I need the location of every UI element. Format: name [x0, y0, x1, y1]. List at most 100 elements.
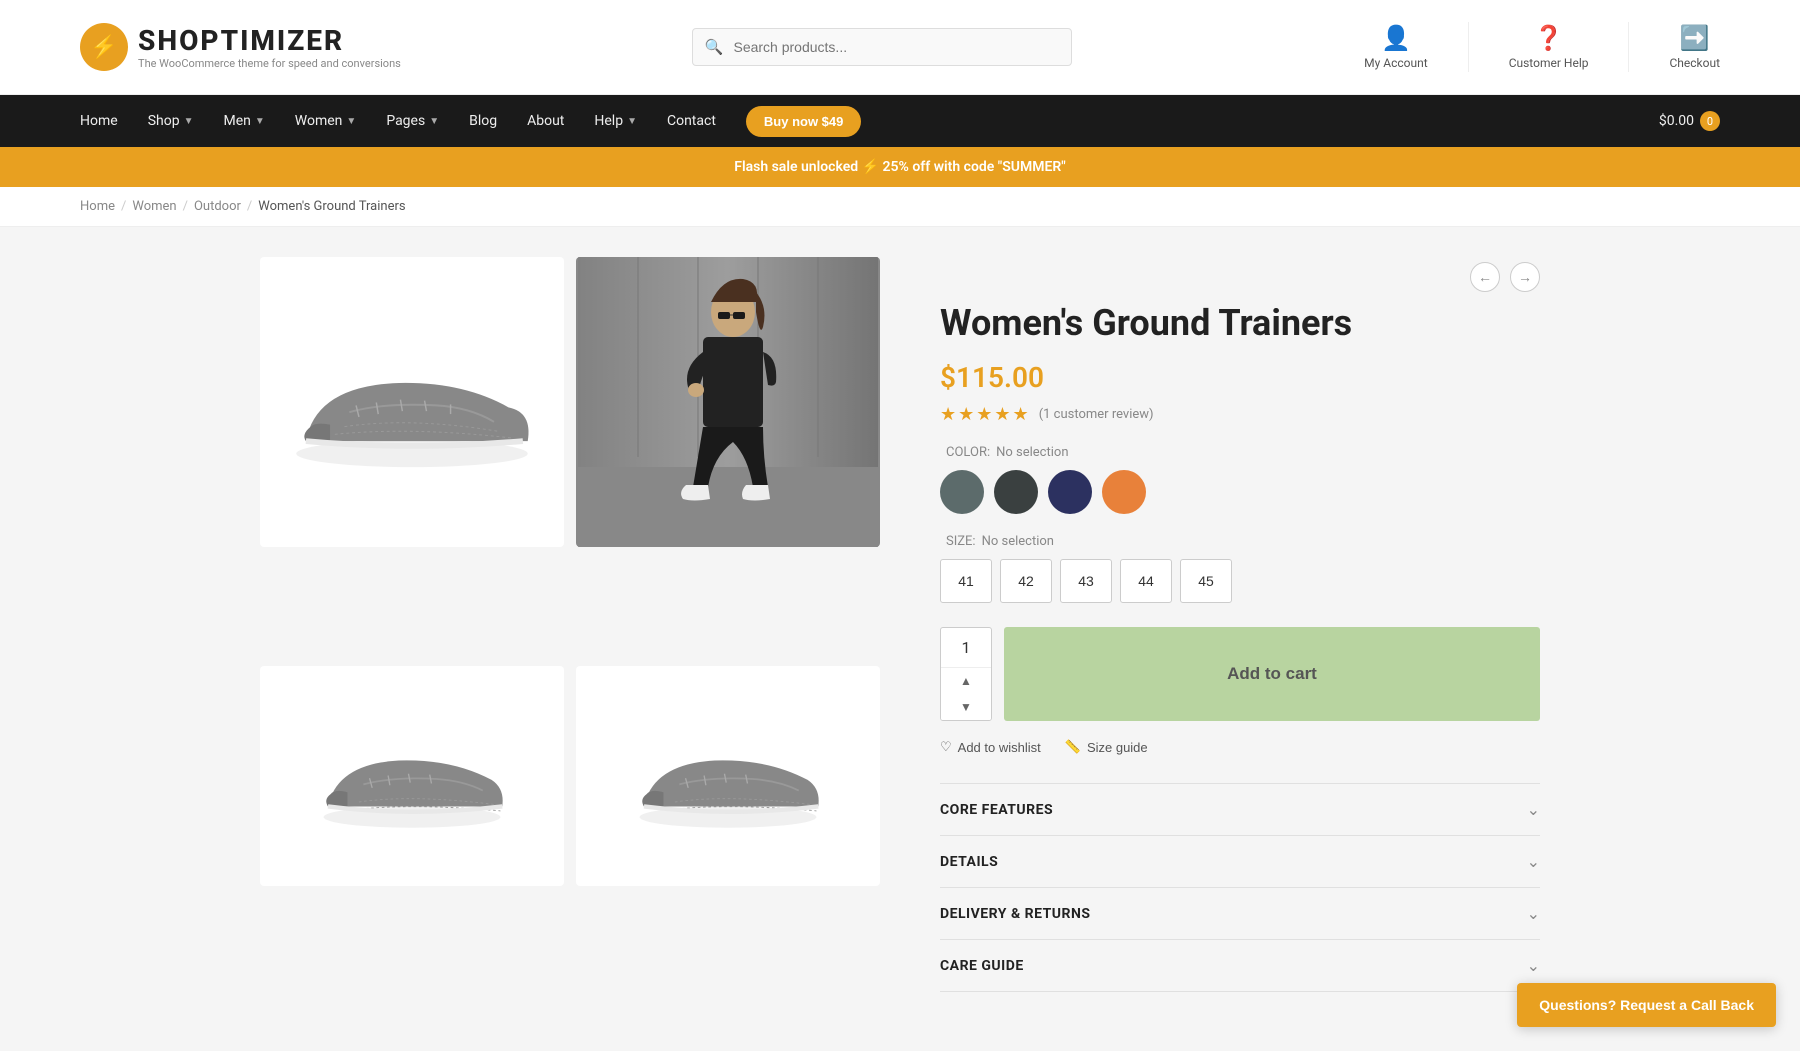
- top-actions: 👤 My Account ❓ Customer Help ➡️ Checkout: [1364, 22, 1720, 72]
- size-selection-text: No selection: [982, 534, 1054, 549]
- checkout-icon: ➡️: [1680, 24, 1710, 52]
- add-to-cart-row: 1 ▲ ▼ Add to cart: [940, 627, 1540, 721]
- quantity-display: 1: [941, 628, 991, 668]
- product-price: $115.00: [940, 361, 1540, 394]
- nav-pages[interactable]: Pages ▼: [386, 113, 439, 129]
- nav-women[interactable]: Women ▼: [295, 113, 357, 129]
- color-swatch-steel-gray[interactable]: [940, 470, 984, 514]
- size-options: 41 42 43 44 45: [940, 559, 1540, 603]
- customer-help-action[interactable]: ❓ Customer Help: [1509, 24, 1589, 70]
- accordion-details-title: DETAILS: [940, 854, 998, 870]
- care-guide-chevron: ⌄: [1527, 956, 1540, 975]
- size-43[interactable]: 43: [1060, 559, 1112, 603]
- breadcrumb-current: Women's Ground Trainers: [258, 199, 405, 214]
- details-chevron: ⌄: [1527, 852, 1540, 871]
- accordion-care-guide-header[interactable]: CARE GUIDE ⌄: [940, 940, 1540, 991]
- product-image-side2[interactable]: [576, 666, 880, 886]
- color-label: COLOR:No selection: [940, 445, 1540, 460]
- accordion-details-header[interactable]: DETAILS ⌄: [940, 836, 1540, 887]
- logo-icon: ⚡: [80, 23, 128, 71]
- nav-home[interactable]: Home: [80, 113, 118, 129]
- product-title: Women's Ground Trainers: [940, 302, 1540, 345]
- shoe-svg-side2: [618, 718, 838, 833]
- main-content: ← → Women's Ground Trainers $115.00 ★★★★…: [180, 227, 1620, 1022]
- shoe-svg-main: [277, 330, 547, 475]
- product-rating: ★★★★★ (1 customer review): [940, 404, 1540, 425]
- accordion-delivery-header[interactable]: DELIVERY & RETURNS ⌄: [940, 888, 1540, 939]
- help-icon: ❓: [1534, 24, 1564, 52]
- top-header: ⚡ SHOPTIMIZER The WooCommerce theme for …: [0, 0, 1800, 95]
- nav-items: Home Shop ▼ Men ▼ Women ▼ Pages ▼ Blog A…: [80, 106, 861, 137]
- qty-up-button[interactable]: ▲: [941, 668, 991, 694]
- delivery-chevron: ⌄: [1527, 904, 1540, 923]
- breadcrumb-outdoor[interactable]: Outdoor: [194, 199, 241, 214]
- accordion-core-features: CORE FEATURES ⌄: [940, 784, 1540, 836]
- review-count: (1 customer review): [1039, 407, 1154, 422]
- color-selection-text: No selection: [996, 445, 1068, 460]
- accordion-care-guide-title: CARE GUIDE: [940, 958, 1024, 974]
- brand-name: SHOPTIMIZER: [138, 24, 401, 57]
- accordion-core-features-header[interactable]: CORE FEATURES ⌄: [940, 784, 1540, 835]
- cart-badge: 0: [1700, 111, 1720, 131]
- accordion-core-features-title: CORE FEATURES: [940, 802, 1053, 818]
- product-image-side1[interactable]: [260, 666, 564, 886]
- my-account-action[interactable]: 👤 My Account: [1364, 24, 1428, 70]
- color-options: [940, 470, 1540, 514]
- breadcrumb: Home / Women / Outdoor / Women's Ground …: [0, 187, 1800, 227]
- product-image-main[interactable]: [260, 257, 564, 547]
- product-images: [260, 257, 880, 992]
- cart-area[interactable]: $0.00 0: [1659, 111, 1720, 131]
- search-input[interactable]: [692, 28, 1072, 66]
- size-45[interactable]: 45: [1180, 559, 1232, 603]
- model-svg: [578, 257, 878, 547]
- product-image-model[interactable]: [576, 257, 880, 547]
- nav-men[interactable]: Men ▼: [223, 113, 264, 129]
- pages-chevron: ▼: [429, 116, 439, 127]
- accordion-details: DETAILS ⌄: [940, 836, 1540, 888]
- nav-blog[interactable]: Blog: [469, 113, 497, 129]
- size-41[interactable]: 41: [940, 559, 992, 603]
- nav-about[interactable]: About: [527, 113, 564, 129]
- sep-2: /: [183, 199, 188, 214]
- buy-now-button[interactable]: Buy now $49: [746, 106, 861, 137]
- accordion-delivery-title: DELIVERY & RETURNS: [940, 906, 1091, 922]
- prev-product-button[interactable]: ←: [1470, 262, 1500, 292]
- breadcrumb-home[interactable]: Home: [80, 199, 115, 214]
- color-swatch-navy[interactable]: [1048, 470, 1092, 514]
- quantity-wrapper: 1 ▲ ▼: [940, 627, 992, 721]
- next-product-button[interactable]: →: [1510, 262, 1540, 292]
- flash-banner: Flash sale unlocked ⚡ 25% off with code …: [0, 147, 1800, 187]
- nav-contact[interactable]: Contact: [667, 113, 716, 129]
- logo-text: SHOPTIMIZER The WooCommerce theme for sp…: [138, 24, 401, 70]
- help-chevron: ▼: [627, 116, 637, 127]
- sep-1: /: [121, 199, 126, 214]
- nav-help[interactable]: Help ▼: [594, 113, 637, 129]
- qty-controls: ▲ ▼: [941, 668, 991, 720]
- accordion-care-guide: CARE GUIDE ⌄: [940, 940, 1540, 992]
- divider-2: [1628, 22, 1629, 72]
- size-44[interactable]: 44: [1120, 559, 1172, 603]
- nav-shop[interactable]: Shop ▼: [148, 113, 194, 129]
- add-to-cart-button[interactable]: Add to cart: [1004, 627, 1540, 721]
- checkout-label: Checkout: [1669, 56, 1720, 70]
- breadcrumb-women[interactable]: Women: [132, 199, 176, 214]
- rating-stars: ★★★★★: [940, 404, 1031, 425]
- sep-3: /: [247, 199, 252, 214]
- checkout-action[interactable]: ➡️ Checkout: [1669, 24, 1720, 70]
- size-label: SIZE:No selection: [940, 534, 1540, 549]
- search-icon: 🔍: [704, 38, 723, 56]
- size-42[interactable]: 42: [1000, 559, 1052, 603]
- product-nav: ← →: [940, 262, 1540, 292]
- logo-bolt: ⚡: [90, 35, 117, 60]
- add-to-wishlist-button[interactable]: ♡ Add to wishlist: [940, 739, 1041, 755]
- color-swatch-orange[interactable]: [1102, 470, 1146, 514]
- callback-button[interactable]: Questions? Request a Call Back: [1517, 983, 1776, 1027]
- color-swatch-dark-gray[interactable]: [994, 470, 1038, 514]
- shop-chevron: ▼: [184, 116, 194, 127]
- qty-down-button[interactable]: ▼: [941, 694, 991, 720]
- product-details: ← → Women's Ground Trainers $115.00 ★★★★…: [940, 257, 1540, 992]
- search-bar: 🔍: [692, 28, 1072, 66]
- size-guide-button[interactable]: 📏 Size guide: [1065, 739, 1148, 755]
- core-features-chevron: ⌄: [1527, 800, 1540, 819]
- wishlist-row: ♡ Add to wishlist 📏 Size guide: [940, 739, 1540, 755]
